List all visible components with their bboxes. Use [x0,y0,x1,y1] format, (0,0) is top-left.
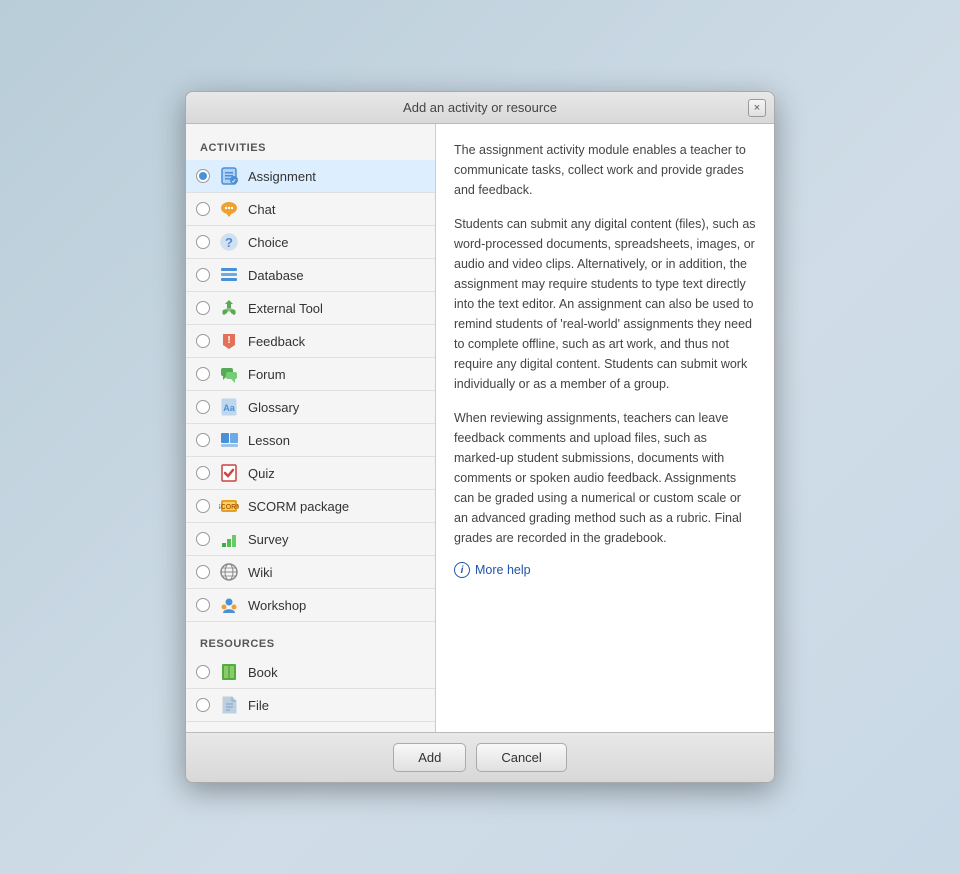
glossary-icon: Aa [218,396,240,418]
lesson-label: Lesson [248,433,290,448]
activity-item-external-tool[interactable]: External Tool [186,292,435,325]
file-label: File [248,698,269,713]
radio-scorm[interactable] [196,499,210,513]
info-icon: i [454,562,470,578]
description-paragraph3: When reviewing assignments, teachers can… [454,408,756,548]
glossary-label: Glossary [248,400,299,415]
assignment-label: Assignment [248,169,316,184]
description-paragraph1: The assignment activity module enables a… [454,140,756,200]
activity-item-survey[interactable]: Survey [186,523,435,556]
activity-item-lesson[interactable]: Lesson [186,424,435,457]
radio-book[interactable] [196,665,210,679]
quiz-icon [218,462,240,484]
survey-icon [218,528,240,550]
activity-item-file[interactable]: File [186,689,435,722]
chat-icon [218,198,240,220]
more-help-link[interactable]: i More help [454,562,756,578]
external-tool-icon [218,297,240,319]
description-paragraph2: Students can submit any digital content … [454,214,756,394]
radio-quiz[interactable] [196,466,210,480]
radio-workshop[interactable] [196,598,210,612]
dialog-body: ACTIVITIES ✓ Assignment [186,124,774,732]
activity-item-quiz[interactable]: Quiz [186,457,435,490]
radio-file[interactable] [196,698,210,712]
assignment-icon: ✓ [218,165,240,187]
radio-lesson[interactable] [196,433,210,447]
feedback-icon: ! [218,330,240,352]
resources-section-label: RESOURCES [186,630,435,656]
activity-item-book[interactable]: Book [186,656,435,689]
dialog-header: Add an activity or resource × [186,92,774,124]
workshop-icon [218,594,240,616]
database-icon [218,264,240,286]
forum-label: Forum [248,367,286,382]
radio-feedback[interactable] [196,334,210,348]
scorm-label: SCORM package [248,499,349,514]
activity-item-workshop[interactable]: Workshop [186,589,435,622]
cancel-button[interactable]: Cancel [476,743,566,772]
radio-choice[interactable] [196,235,210,249]
svg-text:!: ! [227,335,230,346]
add-button[interactable]: Add [393,743,466,772]
file-icon [218,694,240,716]
add-activity-dialog: Add an activity or resource × ACTIVITIES [185,91,775,783]
feedback-label: Feedback [248,334,305,349]
activity-item-database[interactable]: Database [186,259,435,292]
activity-item-wiki[interactable]: Wiki [186,556,435,589]
choice-label: Choice [248,235,288,250]
choice-icon: ? [218,231,240,253]
chat-label: Chat [248,202,275,217]
lesson-icon [218,429,240,451]
activity-list: ACTIVITIES ✓ Assignment [186,124,436,732]
more-help-label: More help [475,563,531,577]
description-panel: The assignment activity module enables a… [436,124,774,732]
forum-icon [218,363,240,385]
radio-assignment[interactable] [196,169,210,183]
svg-text:SCORM: SCORM [219,504,239,511]
radio-forum[interactable] [196,367,210,381]
activity-item-glossary[interactable]: Aa Glossary [186,391,435,424]
radio-survey[interactable] [196,532,210,546]
radio-database[interactable] [196,268,210,282]
dialog-footer: Add Cancel [186,732,774,782]
svg-text:✓: ✓ [231,179,236,185]
quiz-label: Quiz [248,466,275,481]
book-icon [218,661,240,683]
activity-item-assignment[interactable]: ✓ Assignment [186,160,435,193]
book-label: Book [248,665,278,680]
close-button[interactable]: × [748,99,766,117]
radio-chat[interactable] [196,202,210,216]
database-label: Database [248,268,304,283]
workshop-label: Workshop [248,598,306,613]
activity-item-forum[interactable]: Forum [186,358,435,391]
activity-item-choice[interactable]: ? Choice [186,226,435,259]
dialog-title: Add an activity or resource [403,100,557,115]
survey-label: Survey [248,532,288,547]
radio-glossary[interactable] [196,400,210,414]
svg-text:?: ? [225,235,233,250]
activity-item-feedback[interactable]: ! Feedback [186,325,435,358]
activity-item-scorm[interactable]: SCORM SCORM package [186,490,435,523]
activity-item-chat[interactable]: Chat [186,193,435,226]
external-tool-label: External Tool [248,301,323,316]
svg-text:Aa: Aa [223,403,235,413]
activities-section-label: ACTIVITIES [186,134,435,160]
scorm-icon: SCORM [218,495,240,517]
wiki-icon [218,561,240,583]
wiki-label: Wiki [248,565,273,580]
radio-wiki[interactable] [196,565,210,579]
radio-external-tool[interactable] [196,301,210,315]
